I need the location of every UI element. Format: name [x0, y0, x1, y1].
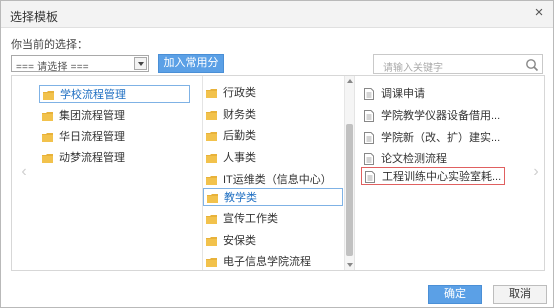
document-icon: [364, 88, 374, 100]
current-selection-label: 你当前的选择：: [11, 39, 88, 51]
scroll-up-arrow-icon[interactable]: [347, 79, 353, 83]
folder-icon: [43, 91, 54, 100]
cancel-button[interactable]: 取消: [493, 285, 547, 304]
category-scrollbar[interactable]: [344, 76, 354, 270]
scroll-down-arrow-icon[interactable]: [347, 263, 353, 267]
list-item-group-workflow[interactable]: 集团流程管理: [39, 107, 190, 125]
workflow-type-column: 学校流程管理 集团流程管理 华日流程管理 动梦流程管理: [39, 76, 201, 270]
list-item-label: 安保类: [223, 235, 256, 247]
list-item-it-ops[interactable]: IT运维类（信息中心）: [203, 171, 343, 189]
select-template-dialog: 选择模板 × 你当前的选择： === 请选择 === 加入常用分类 请输入关键字…: [0, 0, 554, 308]
document-icon: [364, 132, 374, 144]
list-item-label: 工程训练中心实验室耗...: [382, 171, 502, 183]
list-item-equipment-borrow[interactable]: 学院教学仪器设备借用...: [361, 107, 511, 125]
list-item-label: 动梦流程管理: [59, 152, 125, 164]
list-item-publicity[interactable]: 宣传工作类: [203, 210, 343, 228]
scrollbar-thumb[interactable]: [346, 124, 353, 256]
close-icon[interactable]: ×: [531, 5, 547, 21]
folder-icon: [207, 194, 218, 203]
list-item-lab-consumables[interactable]: 工程训练中心实验室耗...: [361, 167, 505, 185]
confirm-button[interactable]: 确定: [428, 285, 482, 304]
list-item-construction[interactable]: 学院新（改、扩）建实...: [361, 129, 511, 147]
list-item-electronics-college[interactable]: 电子信息学院流程: [203, 253, 343, 271]
category-column: 行政类 财务类 后勤类 人事类 IT运维类（信息中心） 教学类 宣传工作类 安保…: [202, 76, 348, 270]
chevron-down-icon[interactable]: [134, 57, 147, 70]
list-item-label: 行政类: [223, 87, 256, 99]
document-icon: [364, 110, 374, 122]
document-icon: [365, 171, 375, 183]
document-icon: [364, 153, 374, 165]
list-item-label: 华日流程管理: [59, 131, 125, 143]
chevron-left-icon[interactable]: ‹: [16, 162, 32, 182]
list-item-label: 学校流程管理: [60, 89, 126, 101]
dialog-title: 选择模板: [10, 10, 59, 24]
list-item-hr[interactable]: 人事类: [203, 149, 343, 167]
list-item-dongmeng-workflow[interactable]: 动梦流程管理: [39, 149, 190, 167]
folder-icon: [206, 176, 217, 185]
list-item-school-workflow[interactable]: 学校流程管理: [39, 85, 190, 103]
template-browser-panel: ‹ › 学校流程管理 集团流程管理 华日流程管理 动梦流程管理 行政类 财务类 …: [11, 75, 545, 271]
category-select[interactable]: === 请选择 ===: [11, 55, 149, 73]
list-item-finance[interactable]: 财务类: [203, 106, 343, 124]
list-item-label: 集团流程管理: [59, 110, 125, 122]
list-item-label: 学院教学仪器设备借用...: [381, 110, 501, 122]
folder-icon: [206, 258, 217, 267]
list-item-label: 论文检测流程: [381, 153, 447, 165]
search-icon[interactable]: [525, 58, 539, 72]
list-item-label: IT运维类（信息中心）: [223, 174, 332, 186]
folder-icon: [206, 111, 217, 120]
add-common-category-button[interactable]: 加入常用分类: [158, 54, 224, 86]
list-item-label: 教学类: [224, 192, 257, 204]
list-item-thesis-check[interactable]: 论文检测流程: [361, 150, 511, 168]
list-item-course-adjust[interactable]: 调课申请: [361, 85, 511, 103]
dialog-titlebar: 选择模板 ×: [1, 1, 553, 28]
list-item-security[interactable]: 安保类: [203, 232, 343, 250]
folder-icon: [42, 154, 53, 163]
list-item-label: 学院新（改、扩）建实...: [381, 132, 501, 144]
list-item-label: 宣传工作类: [223, 213, 278, 225]
chevron-right-icon[interactable]: ›: [528, 162, 544, 182]
folder-icon: [42, 133, 53, 142]
list-item-label: 财务类: [223, 109, 256, 121]
folder-icon: [206, 89, 217, 98]
list-item-label: 后勤类: [223, 130, 256, 142]
list-item-huari-workflow[interactable]: 华日流程管理: [39, 128, 190, 146]
folder-icon: [206, 154, 217, 163]
list-item-admin[interactable]: 行政类: [203, 84, 343, 102]
folder-icon: [206, 215, 217, 224]
folder-icon: [206, 237, 217, 246]
list-item-label: 人事类: [223, 152, 256, 164]
folder-icon: [206, 132, 217, 141]
template-column: 调课申请 学院教学仪器设备借用... 学院新（改、扩）建实... 论文检测流程 …: [354, 76, 519, 270]
list-item-label: 电子信息学院流程: [223, 256, 311, 268]
list-item-logistics[interactable]: 后勤类: [203, 127, 343, 145]
list-item-label: 调课申请: [381, 88, 425, 100]
search-box[interactable]: 请输入关键字: [373, 54, 543, 74]
folder-icon: [42, 112, 53, 121]
list-item-teaching[interactable]: 教学类: [203, 188, 343, 206]
search-input[interactable]: 请输入关键字: [383, 59, 443, 74]
category-select-value: === 请选择 ===: [16, 62, 89, 73]
